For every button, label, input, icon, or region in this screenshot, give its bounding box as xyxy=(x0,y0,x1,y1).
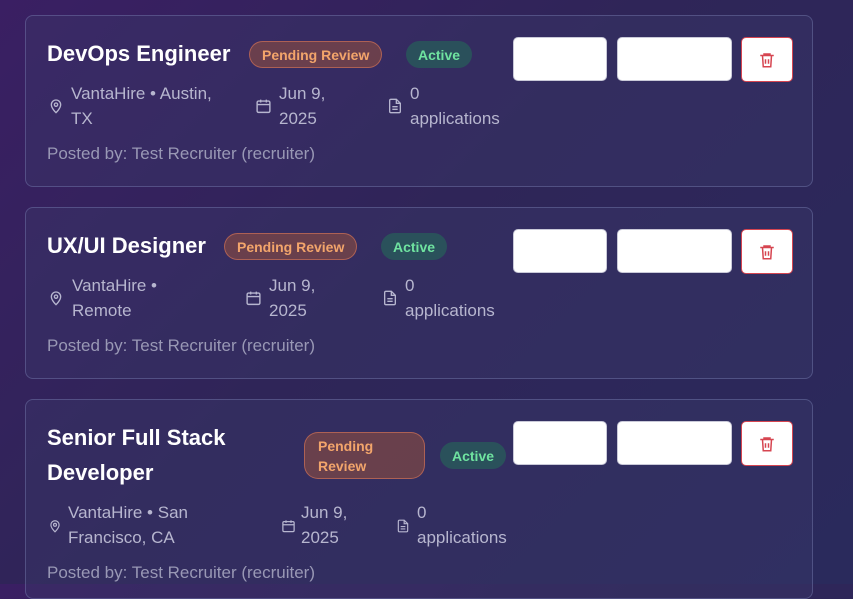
action-button-1[interactable] xyxy=(513,421,607,465)
action-button-1[interactable] xyxy=(513,229,607,273)
action-button-2[interactable] xyxy=(617,229,732,273)
action-button-2[interactable] xyxy=(617,421,732,465)
document-icon xyxy=(397,519,409,533)
job-card: UX/UI Designer Pending Review Active Van… xyxy=(25,207,813,379)
job-location: VantaHire • Remote xyxy=(72,276,158,320)
document-icon xyxy=(384,290,396,306)
trash-icon xyxy=(760,436,774,451)
map-pin-icon xyxy=(50,99,62,114)
delete-button[interactable] xyxy=(741,421,793,466)
calendar-icon xyxy=(282,520,295,533)
map-pin-icon xyxy=(50,291,62,306)
map-pin-icon xyxy=(50,520,60,533)
delete-button[interactable] xyxy=(741,229,793,274)
job-title: DevOps Engineer xyxy=(47,41,231,66)
job-applications: 0 applications xyxy=(417,503,507,547)
job-date: Jun 9, 2025 xyxy=(279,84,326,128)
posted-by: Posted by: Test Recruiter (recruiter) xyxy=(47,144,315,163)
calendar-icon xyxy=(256,99,271,114)
status-badge-active: Active xyxy=(440,442,507,469)
job-applications: 0 applications xyxy=(405,276,495,320)
status-badge-active: Active xyxy=(381,233,448,260)
job-location: VantaHire • San Francisco, CA xyxy=(68,503,188,547)
action-button-1[interactable] xyxy=(513,37,607,81)
status-badge-pending: Pending Review xyxy=(304,432,425,479)
posted-by: Posted by: Test Recruiter (recruiter) xyxy=(47,563,315,582)
status-badge-active: Active xyxy=(406,41,473,68)
action-button-2[interactable] xyxy=(617,37,732,81)
job-card: DevOps Engineer Pending Review Active Va… xyxy=(25,15,813,187)
job-date: Jun 9, 2025 xyxy=(301,503,348,547)
trash-icon xyxy=(760,244,774,259)
trash-icon xyxy=(760,52,774,67)
job-card: Senior Full Stack Developer Pending Review… xyxy=(25,399,813,599)
posted-by: Posted by: Test Recruiter (recruiter) xyxy=(47,336,315,355)
status-badge-pending: Pending Review xyxy=(224,233,358,260)
delete-button[interactable] xyxy=(741,37,793,82)
document-icon xyxy=(389,98,401,114)
job-location: VantaHire • Austin, TX xyxy=(71,84,212,128)
job-title: Senior Full Stack Developer xyxy=(47,425,226,485)
status-badge-pending: Pending Review xyxy=(249,41,383,68)
job-date: Jun 9, 2025 xyxy=(269,276,316,320)
calendar-icon xyxy=(246,291,261,306)
job-applications: 0 applications xyxy=(410,84,500,128)
job-title: UX/UI Designer xyxy=(47,233,206,258)
